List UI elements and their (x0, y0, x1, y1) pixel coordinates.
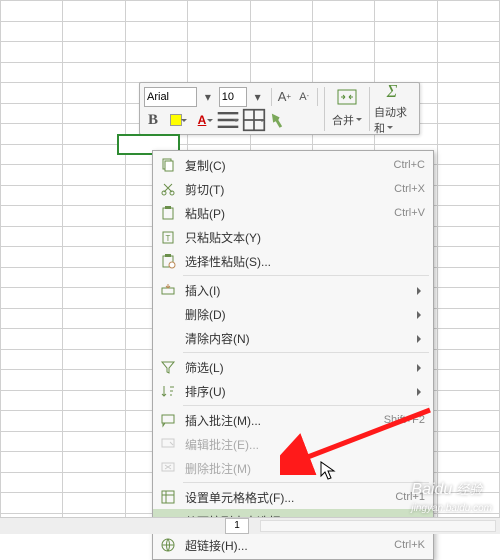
horizontal-scrollbar[interactable]: 1 (0, 517, 500, 534)
paste-special-icon (157, 251, 179, 271)
menu-paste[interactable]: 粘贴(P) Ctrl+V (153, 201, 433, 225)
increase-font-icon[interactable]: A+ (275, 87, 293, 107)
edit-comment-icon (157, 434, 179, 454)
fill-color-button[interactable] (164, 110, 188, 130)
merge-cells-button[interactable]: 合并 (327, 85, 367, 132)
autosum-label: 自动求和 (374, 104, 410, 136)
menu-clear[interactable]: 清除内容(N) (153, 326, 433, 350)
merge-label: 合并 (332, 112, 362, 128)
menu-insert[interactable]: 插入(I) (153, 278, 433, 302)
font-color-button[interactable]: A (190, 110, 214, 130)
menu-paste-special[interactable]: 选择性粘贴(S)... (153, 249, 433, 273)
font-size-dropdown-icon[interactable]: ▾ (249, 87, 267, 107)
svg-text:T: T (166, 234, 171, 243)
insert-icon (157, 280, 179, 300)
menu-paste-text[interactable]: T 只粘贴文本(Y) (153, 225, 433, 249)
border-button[interactable] (242, 110, 266, 130)
decrease-font-icon[interactable]: A- (295, 87, 313, 107)
sigma-icon: Σ (387, 81, 398, 102)
mini-toolbar: ▾ ▾ A+ A- B A (139, 82, 420, 135)
delete-comment-icon (157, 458, 179, 478)
watermark: Baidu 经验 jingyan.baidu.com (411, 479, 492, 514)
menu-delete[interactable]: 删除(D) (153, 302, 433, 326)
cut-icon (157, 179, 179, 199)
sheet-tab[interactable]: 1 (225, 518, 249, 534)
autosum-button[interactable]: Σ 自动求和 (372, 77, 412, 140)
menu-edit-comment: 编辑批注(E)... (153, 432, 433, 456)
filter-icon (157, 357, 179, 377)
menu-sort[interactable]: 排序(U) (153, 379, 433, 403)
menu-hyperlink[interactable]: 超链接(H)... Ctrl+K (153, 533, 433, 557)
comment-icon (157, 410, 179, 430)
font-name-dropdown-icon[interactable]: ▾ (199, 87, 217, 107)
menu-insert-comment[interactable]: 插入批注(M)... Shift+F2 (153, 408, 433, 432)
bold-button[interactable]: B (144, 110, 162, 130)
hyperlink-icon (157, 535, 179, 555)
context-menu: 复制(C) Ctrl+C 剪切(T) Ctrl+X 粘贴(P) Ctrl+V T… (152, 150, 434, 560)
menu-cut[interactable]: 剪切(T) Ctrl+X (153, 177, 433, 201)
paste-icon (157, 203, 179, 223)
font-name-select[interactable] (144, 87, 197, 107)
menu-filter[interactable]: 筛选(L) (153, 355, 433, 379)
paste-text-icon: T (157, 227, 179, 247)
menu-format-cells[interactable]: 设置单元格格式(F)... Ctrl+1 (153, 485, 433, 509)
copy-icon (157, 155, 179, 175)
menu-copy[interactable]: 复制(C) Ctrl+C (153, 153, 433, 177)
sort-icon (157, 381, 179, 401)
font-size-select[interactable] (219, 87, 247, 107)
merge-icon (337, 89, 357, 110)
align-button[interactable] (216, 110, 240, 130)
format-cells-icon (157, 487, 179, 507)
menu-delete-comment: 删除批注(M) (153, 456, 433, 480)
format-painter-button[interactable] (268, 110, 286, 130)
